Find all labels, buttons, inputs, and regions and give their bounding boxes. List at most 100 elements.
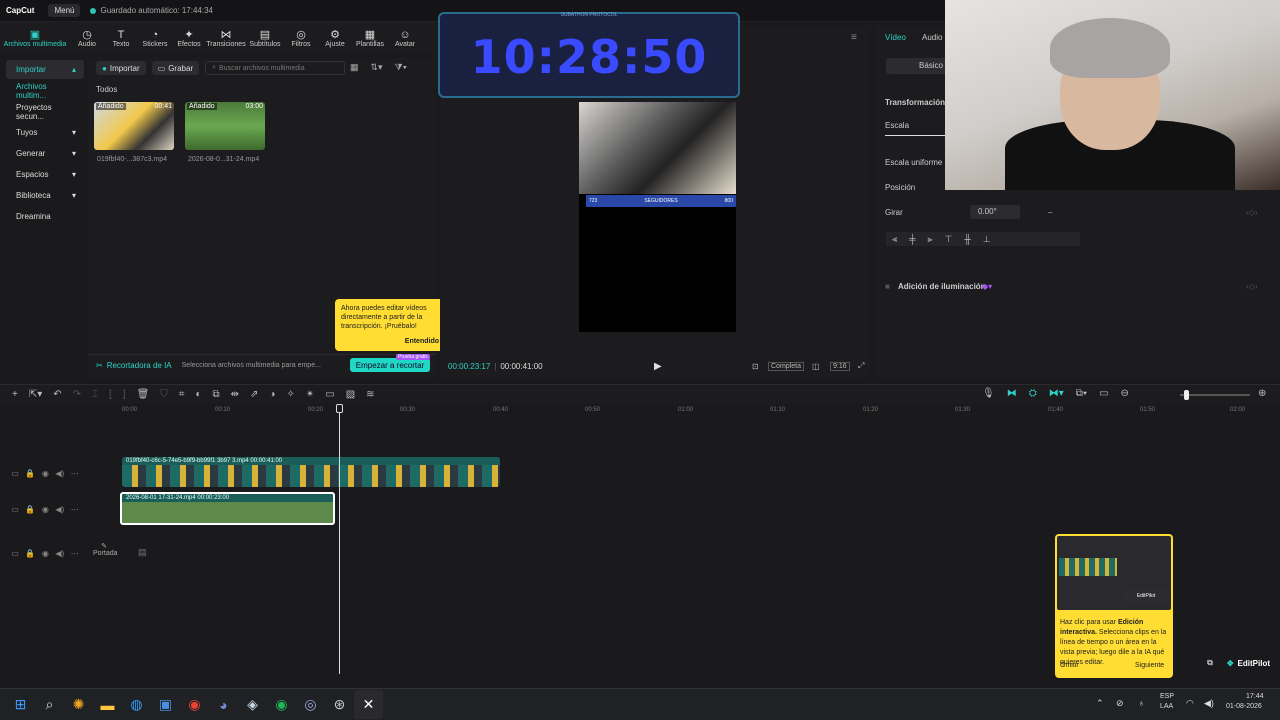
next-button[interactable]: Siguiente [1135, 661, 1164, 671]
wifi-icon[interactable]: ◠ [1186, 698, 1194, 709]
tool-subtitles[interactable]: ▤ Subtítulos [246, 22, 284, 54]
nav-library[interactable]: Biblioteca ▾ [6, 186, 84, 205]
clock-time[interactable]: 17:44 [1246, 693, 1264, 700]
mirror-icon[interactable]: ⇹ [231, 389, 239, 400]
align-center-icon[interactable]: ╪ [909, 234, 915, 244]
rotate-input[interactable]: 0.00° [970, 205, 1020, 219]
playhead[interactable] [339, 404, 340, 674]
track-toggle-icon[interactable]: ▭ [11, 469, 19, 478]
tool-text[interactable]: T Texto [104, 22, 138, 54]
align-top-icon[interactable]: ⊤ [945, 234, 953, 245]
chrome-alt-icon[interactable]: ◎ [296, 690, 325, 719]
zoom-slider-handle[interactable] [1184, 390, 1189, 400]
fullscreen-icon[interactable]: ⤢ [858, 361, 864, 371]
tab-audio[interactable]: Audio [922, 33, 942, 42]
mask-icon[interactable]: ◐ [195, 389, 201, 400]
tray-chevron-icon[interactable]: ⌃ [1096, 698, 1104, 709]
search-icon[interactable]: ⌕ [35, 690, 64, 719]
spotify-icon[interactable]: ◉ [267, 690, 296, 719]
speaker-icon[interactable]: ◀) [1204, 698, 1214, 709]
zoom-in-icon[interactable]: ⊕ [1258, 388, 1266, 399]
tool-stickers[interactable]: ◔ Stickers [138, 22, 172, 54]
tab-video[interactable]: Vídeo [885, 33, 906, 42]
shield-icon[interactable]: ⛉ [160, 389, 168, 400]
record-button[interactable]: ▭ Grabar [151, 61, 200, 75]
editpilot-button[interactable]: ⧉ ✥ EditPilot [1180, 652, 1280, 674]
tool-effects[interactable]: ✦ Efectos [172, 22, 206, 54]
delete-icon[interactable]: 🗑 [137, 389, 150, 400]
discord-icon[interactable]: ◕ [209, 690, 238, 719]
screenshot-icon[interactable]: ◫ [812, 362, 820, 371]
volume-icon[interactable]: ◀) [55, 549, 64, 558]
copilot-icon[interactable]: ✺ [64, 690, 93, 719]
checkbox-icon[interactable]: ■ [885, 282, 890, 291]
more-icon[interactable]: ⋯ [71, 549, 79, 558]
nav-yours[interactable]: Tuyos ▾ [6, 123, 84, 142]
menu-button[interactable]: Menú [48, 4, 81, 17]
tooltip-ok-button[interactable]: Entendido [405, 337, 439, 346]
split-icon[interactable]: ⌶ [92, 389, 98, 400]
tool-filters[interactable]: ◎ Filtros [284, 22, 318, 54]
scale-slider[interactable] [885, 135, 945, 136]
crop-icon[interactable]: ⊡ [752, 362, 759, 371]
select-tool-icon[interactable]: ⇱▾ [29, 389, 42, 400]
language-indicator[interactable]: ESP [1160, 693, 1174, 700]
track-toggle-icon[interactable]: ▭ [11, 549, 19, 558]
microphone-icon[interactable]: 🎙 [982, 388, 995, 399]
eye-icon[interactable]: ◉ [42, 549, 49, 558]
effects-tool-icon[interactable]: ✴ [306, 389, 314, 400]
tool-templates[interactable]: ▦ Plantillas [352, 22, 388, 54]
playhead-handle[interactable] [336, 404, 343, 413]
freeze-icon[interactable]: ⧉ [212, 389, 219, 400]
video-preview[interactable]: 723 SEGUIDORES 800 [579, 102, 736, 332]
nav-spaces[interactable]: Espacios ▾ [6, 165, 84, 184]
keyframe-icon[interactable]: ‹◇› [1246, 282, 1257, 291]
media-thumbnail[interactable]: Añadido 00:41 [94, 102, 174, 150]
rotate-reset-icon[interactable]: – [1048, 208, 1052, 217]
preview-axis-icon[interactable]: ⧉▾ [1076, 388, 1087, 399]
full-quality-button[interactable]: Completa [768, 361, 804, 371]
nav-media-files[interactable]: Archivos multim... [6, 81, 84, 100]
audio-wave-icon[interactable]: ≋ [366, 389, 374, 400]
tool-transitions[interactable]: ⋈ Transiciones [206, 22, 246, 54]
tool-audio[interactable]: ◷ Audio [70, 22, 104, 54]
split-left-icon[interactable]: [ [109, 389, 112, 400]
tool-adjust[interactable]: ⚙ Ajuste [318, 22, 352, 54]
media-thumbnail[interactable]: Añadido 03:00 [185, 102, 265, 150]
feedback-icon[interactable]: ⧉ [1207, 658, 1213, 668]
reverse-icon[interactable]: ◑ [269, 389, 275, 400]
undo-icon[interactable]: ↶ [53, 389, 61, 400]
align-middle-icon[interactable]: ╫ [964, 234, 970, 244]
magnet-icon[interactable]: ⛭ [1029, 388, 1037, 399]
start-trimming-button[interactable]: Empezar a recortar [350, 358, 430, 372]
eye-icon[interactable]: ◉ [42, 469, 49, 478]
video-clip-secondary[interactable]: 2026-08-01 17-31-24.mp4 00:00:23:00 [120, 492, 335, 525]
tool-avatar[interactable]: ☺ Avatar [388, 22, 422, 54]
play-icon[interactable]: ▶ [654, 361, 662, 372]
mic-tray-icon[interactable]: ♁ [1138, 698, 1145, 708]
more-icon[interactable]: ⋯ [71, 505, 79, 514]
filter-icon[interactable]: ⧩▾ [395, 62, 407, 73]
lock-icon[interactable]: 🔒 [25, 469, 35, 478]
cover-button[interactable]: ✎ Portada [93, 542, 118, 566]
menu-icon[interactable]: ≡ [851, 32, 857, 43]
frame-icon[interactable]: ▭ [325, 389, 334, 400]
nav-generate[interactable]: Generar ▾ [6, 144, 84, 163]
speed-icon[interactable]: ⇗ [250, 389, 258, 400]
volume-icon[interactable]: ◀) [55, 469, 64, 478]
align-bottom-icon[interactable]: ⊥ [983, 234, 991, 245]
aspect-ratio-button[interactable]: 9:16 [830, 361, 850, 371]
import-button[interactable]: ● Importar [96, 61, 146, 75]
tool-media[interactable]: ▣ Archivos multimedia [0, 22, 70, 54]
zoom-out-icon[interactable]: ⊖ [1121, 388, 1129, 399]
grid-view-icon[interactable]: ▦ [350, 62, 359, 73]
zoom-slider[interactable] [1180, 394, 1250, 396]
sort-icon[interactable]: ⇅▾ [371, 62, 383, 73]
chrome-icon[interactable]: ◉ [180, 690, 209, 719]
media-search-input[interactable]: ⌕ Buscar archivos multimedia [205, 61, 346, 75]
nav-dreamina[interactable]: Dreamina [6, 207, 84, 226]
network-off-icon[interactable]: ⊘ [1116, 698, 1124, 709]
more-icon[interactable]: ⋯ [71, 469, 79, 478]
nav-import[interactable]: Importar ▴ [6, 60, 84, 79]
split-right-icon[interactable]: ] [123, 389, 126, 400]
